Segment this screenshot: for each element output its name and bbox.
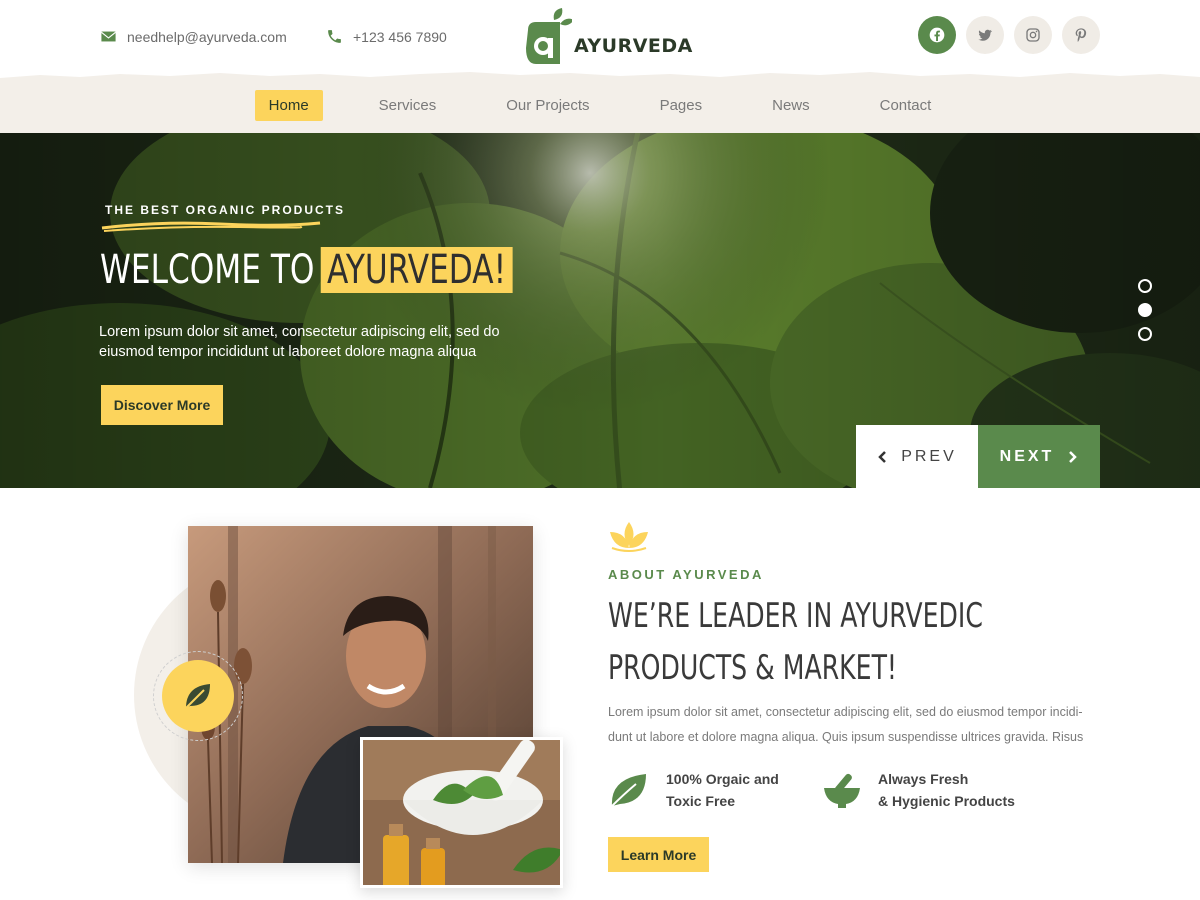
nav-item-pages[interactable]: Pages bbox=[646, 90, 717, 121]
about-title-line-2: PRODUCTS & MARKET! bbox=[608, 648, 898, 688]
slide-dot-1[interactable] bbox=[1138, 279, 1152, 293]
instagram-button[interactable] bbox=[1014, 16, 1052, 54]
about-description: Lorem ipsum dolor sit amet, consectetur … bbox=[608, 705, 1084, 744]
facebook-button[interactable] bbox=[918, 16, 956, 54]
next-label: NEXT bbox=[999, 447, 1055, 465]
feature-organic: 100% Orgaic and Toxic Free bbox=[608, 768, 779, 812]
hero-title: WELCOME TO AYURVEDA! bbox=[100, 247, 513, 293]
mortar-pestle-icon bbox=[824, 773, 860, 808]
leaf-feature-icon bbox=[609, 774, 646, 809]
twitter-icon bbox=[978, 29, 992, 41]
brush-underline-decoration bbox=[101, 221, 321, 232]
pinterest-icon bbox=[1075, 28, 1087, 42]
nav-item-contact[interactable]: Contact bbox=[866, 90, 946, 121]
pinterest-button[interactable] bbox=[1062, 16, 1100, 54]
brand-logo[interactable]: AYURVEDA bbox=[524, 8, 693, 66]
hero-title-highlight: AYURVEDA! bbox=[320, 247, 513, 293]
discover-more-button[interactable]: Discover More bbox=[101, 385, 223, 425]
chevron-left-icon bbox=[878, 450, 887, 463]
feature-organic-line-1: 100% Orgaic and bbox=[666, 771, 779, 787]
next-slide-button[interactable]: NEXT bbox=[978, 425, 1100, 488]
main-navigation: Home Services Our Projects Pages News Co… bbox=[0, 72, 1200, 133]
feature-organic-line-2: Toxic Free bbox=[666, 793, 735, 809]
hero-description: Lorem ipsum dolor sit amet, consectetur … bbox=[99, 324, 500, 360]
hero-title-prefix: WELCOME TO bbox=[100, 247, 315, 293]
nav-item-services[interactable]: Services bbox=[365, 90, 451, 121]
lotus-icon bbox=[610, 522, 648, 552]
hero-tagline: THE BEST ORGANIC PRODUCTS bbox=[105, 203, 346, 217]
slide-dot-2[interactable] bbox=[1138, 303, 1152, 317]
phone-link[interactable]: +123 456 7890 bbox=[326, 28, 447, 45]
twitter-button[interactable] bbox=[966, 16, 1004, 54]
instagram-icon bbox=[1026, 28, 1040, 42]
about-title-line-1: WE’RE LEADER IN AYURVEDIC bbox=[608, 596, 983, 636]
nav-item-news[interactable]: News bbox=[758, 90, 824, 121]
prev-slide-button[interactable]: PREV bbox=[856, 425, 978, 488]
email-link[interactable]: needhelp@ayurveda.com bbox=[100, 28, 287, 45]
leaf-badge bbox=[162, 660, 234, 732]
nav-item-home[interactable]: Home bbox=[254, 90, 323, 121]
email-text: needhelp@ayurveda.com bbox=[127, 28, 287, 45]
social-links bbox=[918, 16, 1100, 54]
nav-item-our-projects[interactable]: Our Projects bbox=[492, 90, 603, 121]
nav-list: Home Services Our Projects Pages News Co… bbox=[0, 78, 1200, 133]
top-bar: needhelp@ayurveda.com +123 456 7890 AYUR… bbox=[0, 0, 1200, 78]
mortar-pestle-image bbox=[363, 740, 560, 885]
feature-fresh-line-1: Always Fresh bbox=[878, 771, 969, 787]
brand-name: AYURVEDA bbox=[574, 35, 693, 57]
phone-text: +123 456 7890 bbox=[353, 28, 447, 45]
feature-fresh: Always Fresh & Hygienic Products bbox=[822, 768, 1015, 812]
envelope-icon bbox=[101, 31, 116, 42]
facebook-icon bbox=[929, 27, 945, 43]
hero-slider: THE BEST ORGANIC PRODUCTS WELCOME TO AYU… bbox=[0, 133, 1200, 488]
phone-icon bbox=[328, 30, 341, 43]
slider-pagination bbox=[1138, 279, 1152, 341]
feature-organic-text: 100% Orgaic and Toxic Free bbox=[666, 768, 779, 812]
about-title: WE’RE LEADER IN AYURVEDIC PRODUCTS & MAR… bbox=[608, 590, 993, 694]
leaf-icon bbox=[183, 684, 210, 711]
slide-dot-3[interactable] bbox=[1138, 327, 1152, 341]
logo-mark-icon bbox=[526, 8, 572, 64]
feature-fresh-text: Always Fresh & Hygienic Products bbox=[878, 768, 1015, 812]
prev-label: PREV bbox=[901, 447, 957, 465]
about-tagline: ABOUT AYURVEDA bbox=[608, 567, 764, 582]
learn-more-button[interactable]: Learn More bbox=[608, 837, 709, 872]
feature-fresh-line-2: & Hygienic Products bbox=[878, 793, 1015, 809]
herbal-products-photo bbox=[360, 737, 563, 888]
chevron-right-icon bbox=[1069, 450, 1078, 463]
